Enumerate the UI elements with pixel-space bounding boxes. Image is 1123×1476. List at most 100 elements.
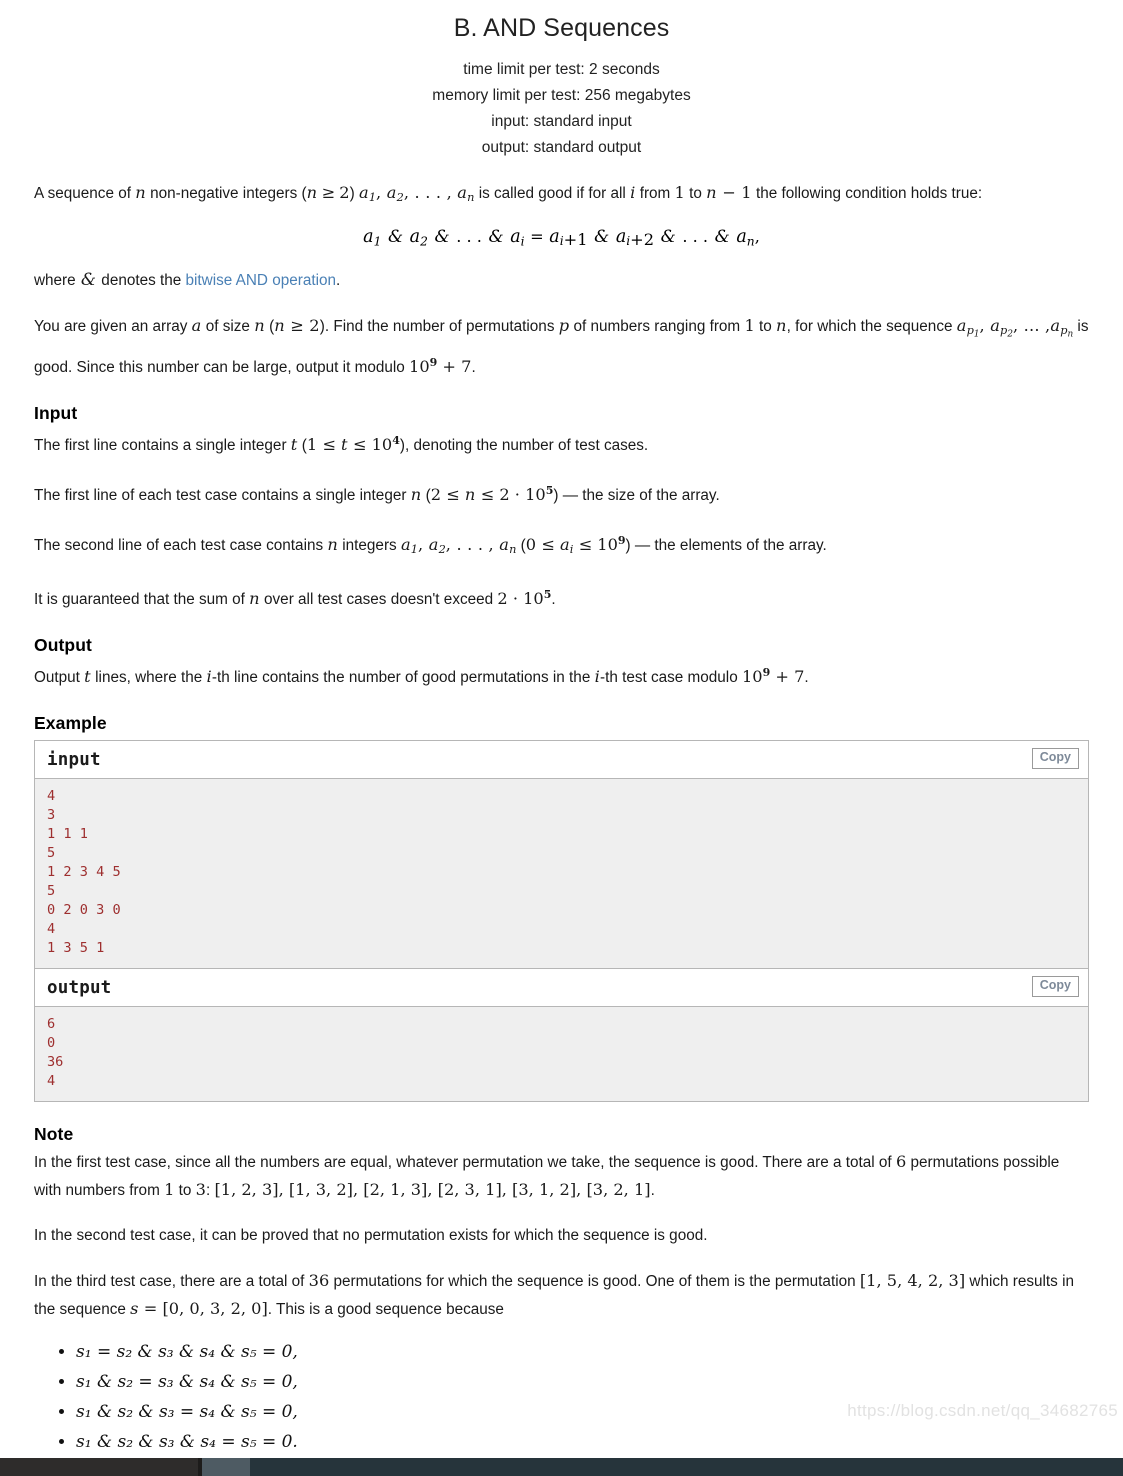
output-line-1: Output t lines, where the i-th line cont… [34,659,1089,691]
text-run: ( [421,487,431,505]
section-title-example: Example [34,713,107,734]
math-ampersand: & [80,270,97,291]
text-run: the following condition holds true: [751,184,983,202]
bitwise-and-link[interactable]: bitwise AND operation [186,272,337,289]
text-run: In the first test case, since all the nu… [34,1154,896,1172]
text-run: . [336,272,341,290]
text-run: -th test case modulo [599,669,742,687]
text-run: ( [516,537,526,555]
example-input-line: 0 2 0 3 0 [47,902,121,919]
example-output-line: 0 [47,1035,56,1052]
math-s: s [130,1299,139,1319]
text-run: non-negative integers ( [145,184,307,202]
problem-limits: time limit per test: 2 seconds memory li… [34,57,1089,161]
math-modulus: 109 + 7 [741,666,805,687]
text-run: In the third test case, there are a tota… [34,1273,309,1291]
text-run: to [684,184,707,202]
text-run: integers [338,537,401,555]
example-input-line: 4 [47,788,56,805]
math-n-ge-2: n ≥ 2 [274,316,320,336]
watermark: https://blog.csdn.net/qq_34682765 [847,1401,1118,1421]
statement-paragraph-2: where & denotes the bitwise AND operatio… [34,267,1089,294]
example-output-line: 6 [47,1016,56,1033]
note-paragraph-2: In the second test case, it can be prove… [34,1227,708,1245]
text-run: . [650,1182,655,1200]
math-t-range: 1 ≤ t ≤ 104 [306,433,400,454]
text-run: . Find the number of permutations [324,318,559,336]
text-run: -th line contains the number of good per… [211,669,595,687]
math-a: a [191,316,202,336]
math-n-range: 2 ≤ n ≤ 2 · 105 [430,484,554,505]
text-run: ) — the elements of the array. [625,537,827,555]
math-1: 1 [674,182,685,202]
note-bullet-item: s₁ & s₂ = s₃ & s₄ & s₅ = 0, [76,1367,1089,1397]
text-run: . [471,358,476,376]
math-n: n [254,316,265,336]
statement-paragraph-1: A sequence of n non-negative integers (n… [34,179,1089,211]
text-run: Output [34,669,85,687]
text-run: , for which the sequence [786,318,957,336]
example-input-line: 5 [47,845,56,862]
math-p: p [558,316,570,336]
text-run: denotes the [97,272,186,290]
copy-input-button[interactable]: Copy [1031,748,1079,770]
note-paragraph-1: In the first test case, since all the nu… [34,1148,1089,1204]
math-1: 1 [164,1180,175,1200]
problem-header: B. AND Sequences time limit per test: 2 … [34,0,1089,161]
copy-output-button[interactable]: Copy [1031,976,1079,998]
math-sequence-values: [0, 0, 3, 2, 0] [162,1299,268,1319]
text-run: . This is a good sequence because [267,1301,504,1319]
math-1: 1 [744,316,755,336]
math-ge: ≥ [321,182,336,202]
text-run: It is guaranteed that the sum of [34,591,250,609]
output-spec: output: standard output [481,138,642,156]
math-modulus: 109 + 7 [409,355,472,376]
input-line-4: It is guaranteed that the sum of n over … [34,581,1089,613]
math-2: 2 [339,182,350,202]
example-input-label: input [47,750,101,771]
input-spec: input: standard input [491,112,632,130]
math-permutation-list: [1, 2, 3], [1, 3, 2], [2, 1, 3], [2, 3, … [214,1180,651,1200]
text-run: You are given an array [34,318,192,336]
math-ai-range: 0 ≤ ai ≤ 109 [525,534,626,557]
math-n: n [135,182,146,202]
time-limit: time limit per test: 2 seconds [463,60,660,78]
text-run: where [34,272,80,290]
page-title: B. AND Sequences [453,14,670,42]
scrollbar-thumb[interactable] [202,1458,250,1476]
section-title-input: Input [34,402,78,423]
input-line-2: The first line of each test case contain… [34,477,1089,509]
math-n: n [327,535,339,555]
math-n: n [776,316,787,336]
bottom-scrollbar[interactable] [0,1458,1123,1476]
example-input-line: 5 [47,883,56,900]
example-input-line: 4 [47,921,56,938]
text-run: ) — the size of the array. [553,487,720,505]
example-input-line: 1 3 5 1 [47,940,105,957]
text-run: permutations for which the sequence is g… [329,1273,860,1291]
scrollbar-left-segment [0,1458,198,1476]
math-6: 6 [895,1152,907,1172]
math-3: 3 [195,1180,206,1200]
text-run: over all test cases doesn't exceed [259,591,498,609]
math-n-minus-1: n − 1 [706,182,752,202]
text-run: to [754,318,777,336]
example-input-line: 3 [47,807,56,824]
text-run: lines, where the [90,669,207,687]
math-n: n [410,485,422,505]
input-line-3: The second line of each test case contai… [34,527,1089,563]
text-run: The first line contains a single integer [34,437,291,454]
math-36: 36 [308,1271,330,1291]
text-run: . [551,591,556,609]
example-output-body: 6 0 36 4 [35,1007,1088,1102]
text-run: of size [201,318,255,336]
math-n: n [306,182,318,202]
example-output-header: output Copy [35,968,1088,1008]
text-run: The first line of each test case contain… [34,487,411,505]
example-output-label: output [47,978,112,999]
note-bullet-list: s₁ = s₂ & s₃ & s₄ & s₅ = 0,s₁ & s₂ = s₃ … [34,1337,1089,1457]
math-sum-bound: 2 · 105 [497,588,552,609]
math-equals: = [138,1299,163,1319]
text-run: is called good if for all [474,184,631,202]
text-run: ) [349,184,359,202]
